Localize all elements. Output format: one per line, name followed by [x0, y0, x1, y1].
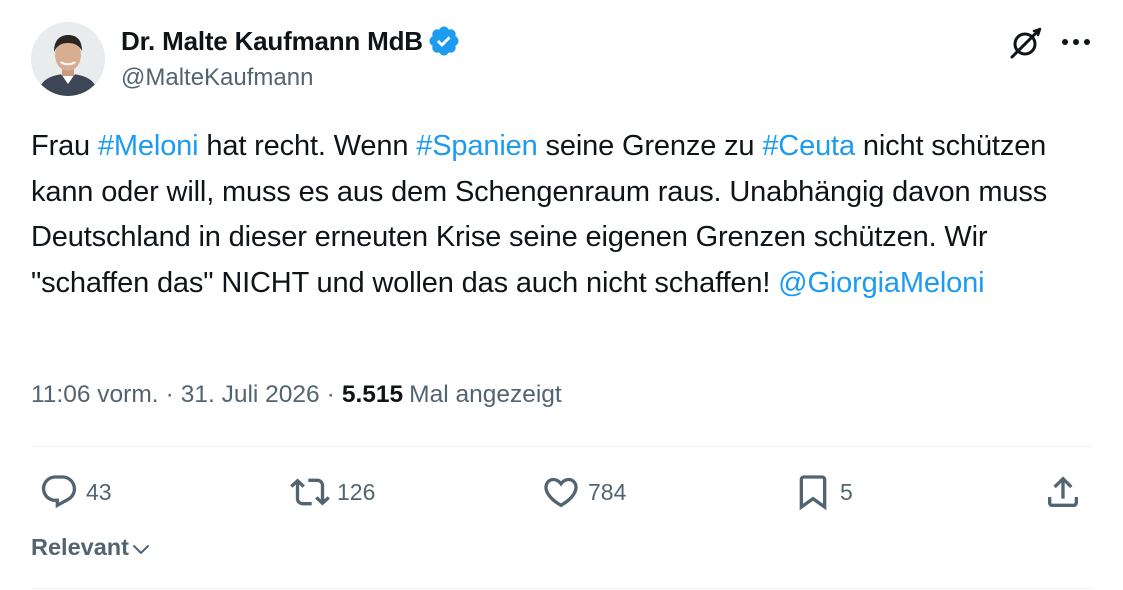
tweet-segment: seine Grenze zu — [537, 130, 763, 162]
bookmark-count: 5 — [840, 478, 853, 505]
author-display-name[interactable]: Dr. Malte Kaufmann MdB — [121, 26, 423, 57]
reply-icon — [41, 475, 77, 509]
more-options-button[interactable] — [1056, 24, 1096, 60]
bookmark-button[interactable]: 5 — [793, 470, 853, 514]
bookmark-icon — [799, 475, 827, 511]
reply-count: 43 — [86, 478, 112, 505]
tweet-segment: hat recht. Wenn — [198, 130, 417, 162]
like-button[interactable]: 784 — [541, 470, 626, 514]
like-count: 784 — [588, 478, 627, 505]
tweet-segment: Frau — [31, 130, 98, 162]
tweet-text: Frau #Meloni hat recht. Wenn #Spanien se… — [31, 124, 1101, 306]
retweet-count: 126 — [337, 478, 376, 505]
author-handle[interactable]: @MalteKaufmann — [121, 64, 313, 92]
avatar-photo-icon — [31, 22, 105, 96]
hashtag-link[interactable]: #Spanien — [416, 130, 538, 162]
divider — [31, 588, 1093, 589]
sort-label: Relevant — [31, 534, 129, 560]
tweet-date[interactable]: 31. Juli 2026 — [181, 381, 320, 409]
author-name-row[interactable]: Dr. Malte Kaufmann MdB — [121, 24, 461, 58]
meta-separator: · — [165, 381, 174, 408]
grok-button[interactable] — [1004, 22, 1046, 64]
views-label: Mal angezeigt — [409, 381, 562, 408]
more-options-icon — [1062, 39, 1090, 45]
heart-icon — [544, 477, 578, 508]
share-icon — [1048, 476, 1078, 507]
avatar[interactable] — [31, 22, 105, 96]
chevron-down-icon — [132, 544, 149, 554]
hashtag-link[interactable]: #Ceuta — [762, 130, 855, 162]
sort-dropdown[interactable]: Relevant — [31, 534, 151, 561]
divider — [31, 446, 1093, 447]
verified-badge-icon — [429, 26, 459, 56]
grok-icon — [1010, 27, 1042, 59]
hashtag-link[interactable]: #Meloni — [98, 130, 199, 162]
tweet-meta: 11:06 vorm. · 31. Juli 2026 · 5.515 Mal … — [31, 381, 562, 409]
retweet-icon — [290, 478, 330, 506]
mention-link[interactable]: @GiorgiaMeloni — [778, 267, 984, 299]
share-button[interactable] — [1043, 470, 1083, 514]
views-count: 5.515 — [341, 381, 404, 408]
reply-button[interactable]: 43 — [39, 470, 112, 514]
meta-separator: · — [326, 381, 335, 408]
tweet-time[interactable]: 11:06 vorm. — [31, 381, 159, 409]
retweet-button[interactable]: 126 — [290, 470, 375, 514]
